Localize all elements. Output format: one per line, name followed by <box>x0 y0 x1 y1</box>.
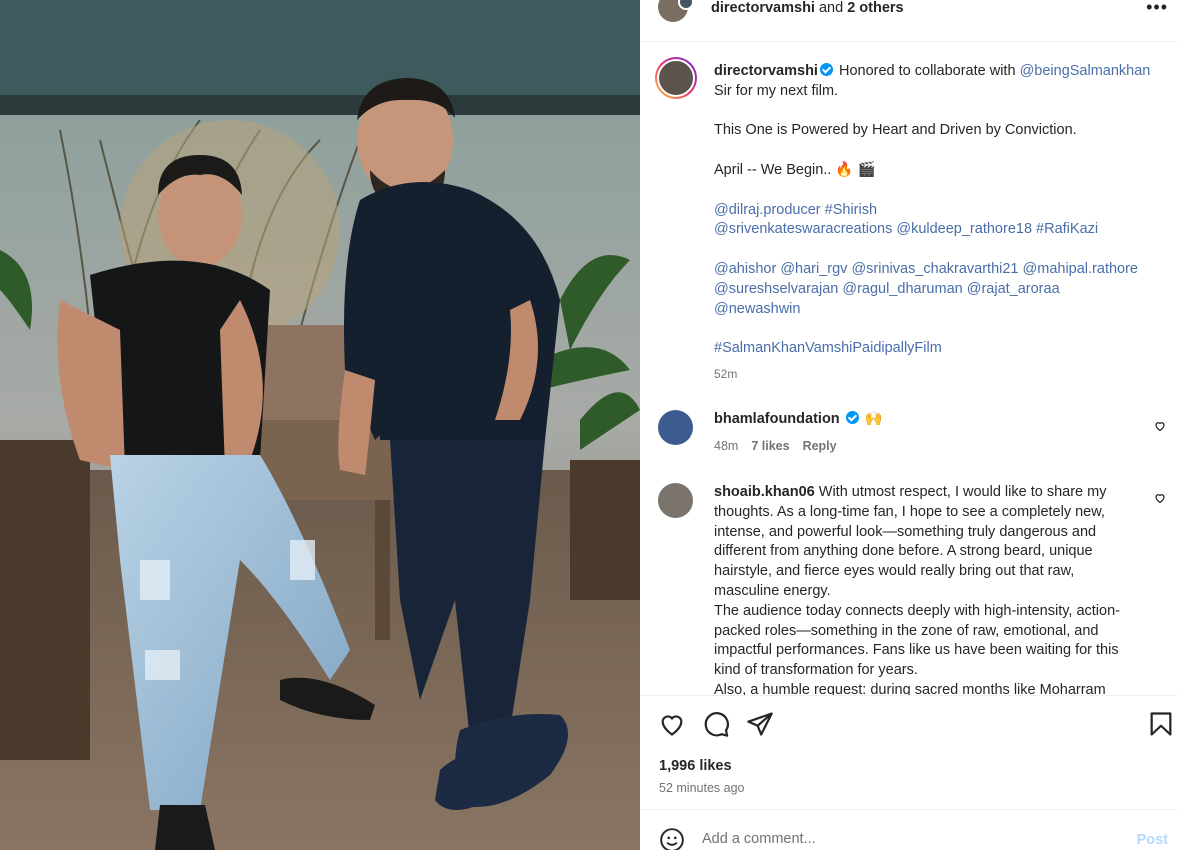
post-header: directorvamshi and 2 others ••• <box>640 0 1177 42</box>
add-comment-bar: Post <box>640 809 1177 850</box>
tag-link[interactable]: @mahipal.rathore <box>1023 261 1138 277</box>
others-link[interactable]: 2 others <box>847 0 903 16</box>
reply-button[interactable]: Reply <box>803 439 837 453</box>
mention-link[interactable]: @beingSalmankhan <box>1020 63 1151 79</box>
commenter-username[interactable]: bhamlafoundation <box>714 411 840 427</box>
caption-text-2: This One is Powered by Heart and Driven … <box>714 122 1077 139</box>
comments-scroll[interactable]: directorvamshi Honored to collaborate wi… <box>640 42 1177 695</box>
caption-text-1: Honored to collaborate with <box>834 63 1016 79</box>
post-image[interactable] <box>0 0 640 850</box>
verified-badge-icon <box>845 411 859 424</box>
like-heart-icon[interactable] <box>658 710 686 738</box>
save-bookmark-icon[interactable] <box>1147 710 1175 738</box>
and-text: and <box>814 0 848 16</box>
tag-link[interactable]: @rajat_aroraa <box>967 281 1060 297</box>
commenter-avatar[interactable] <box>658 410 693 445</box>
caption-avatar-image <box>657 59 695 97</box>
caption-text-1b: Sir for my next film. <box>714 82 839 99</box>
caption-time[interactable]: 52m <box>714 365 1164 385</box>
tag-link[interactable]: @ahishor <box>714 261 776 277</box>
tag-link[interactable]: #Shirish <box>825 202 877 218</box>
post-photo-illustration <box>0 0 640 850</box>
tag-link[interactable]: @hari_rgv <box>780 261 847 277</box>
collaborator-avatar[interactable] <box>678 0 694 10</box>
post-comment-button[interactable]: Post <box>1137 832 1168 848</box>
author-username[interactable]: directorvamshi <box>711 0 815 16</box>
comment-input[interactable] <box>702 831 1102 847</box>
post-detail-panel: directorvamshi and 2 others ••• director… <box>640 0 1177 850</box>
comment-text-p2: The audience today connects deeply with … <box>714 602 1120 679</box>
tag-link[interactable]: @sureshselvarajan <box>714 281 838 297</box>
caption-avatar[interactable] <box>655 57 697 99</box>
comment-body: bhamlafoundation 🙌 48m 7 likes Reply <box>714 410 1139 457</box>
verified-badge-icon <box>819 63 833 76</box>
tag-link[interactable]: @srinivas_chakravarthi21 <box>851 261 1018 277</box>
likes-count[interactable]: 1,996 likes <box>659 758 732 774</box>
comment-bubble-icon[interactable] <box>702 710 730 738</box>
share-send-icon[interactable] <box>746 710 774 738</box>
emoji-smile-icon[interactable] <box>659 827 685 850</box>
more-horizontal-icon[interactable]: ••• <box>1146 0 1168 16</box>
tag-link[interactable]: @kuldeep_rathore18 <box>896 221 1032 237</box>
comment-time[interactable]: 48m <box>714 439 738 453</box>
like-comment-heart-icon[interactable] <box>1154 492 1166 504</box>
tag-link[interactable]: @srivenkateswaracreations <box>714 221 892 237</box>
post-timestamp[interactable]: 52 minutes ago <box>659 781 744 795</box>
comment-likes[interactable]: 7 likes <box>751 439 789 453</box>
comment-text-p3: Also, a humble request: during sacred mo… <box>714 681 1106 695</box>
commenter-avatar[interactable] <box>658 483 693 518</box>
comment-meta: 48m 7 likes Reply <box>714 437 1139 457</box>
hashtag-link[interactable]: #SalmanKhanVamshiPaidipallyFilm <box>714 340 942 356</box>
caption-username[interactable]: directorvamshi <box>714 63 818 79</box>
comment-text: 🙌 <box>860 411 883 427</box>
comment-body: shoaib.khan06 With utmost respect, I wou… <box>714 483 1139 695</box>
tag-link[interactable]: #RafiKazi <box>1036 221 1098 237</box>
caption: directorvamshi Honored to collaborate wi… <box>714 62 1164 385</box>
tag-link[interactable]: @dilraj.producer <box>714 202 821 218</box>
caption-text-3: April -- We Begin.. 🔥 🎬 <box>714 161 876 178</box>
post-actions: 1,996 likes 52 minutes ago <box>640 695 1177 809</box>
like-comment-heart-icon[interactable] <box>1154 420 1166 432</box>
tag-link[interactable]: @ragul_dharuman <box>842 281 962 297</box>
tag-link[interactable]: @newashwin <box>714 301 800 317</box>
post-header-title: directorvamshi and 2 others <box>711 0 904 16</box>
comment-text-p1: With utmost respect, I would like to sha… <box>714 484 1107 599</box>
commenter-username[interactable]: shoaib.khan06 <box>714 484 815 500</box>
